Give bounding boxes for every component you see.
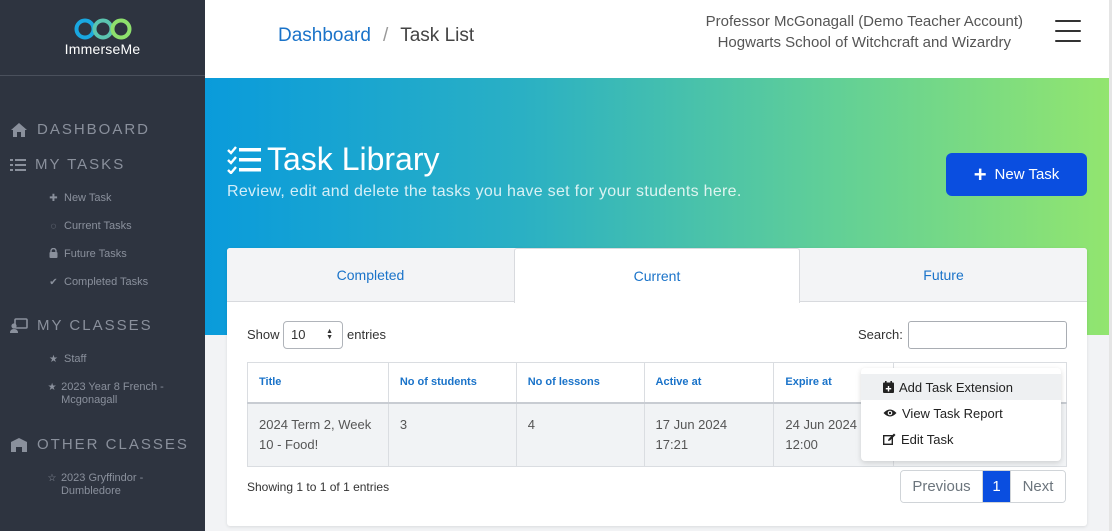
menu-item-label: Edit Task [901, 431, 954, 447]
sidebar-item-label: Current Tasks [64, 220, 132, 232]
pagination-page-1[interactable]: 1 [983, 471, 1010, 502]
user-info: Professor McGonagall (Demo Teacher Accou… [706, 11, 1023, 53]
entries-select[interactable]: 10 ▲ ▼ [283, 321, 343, 349]
nav-my-tasks-label: MY TASKS [35, 156, 126, 173]
star-outline-icon: ☆ [47, 473, 57, 484]
user-name: Professor McGonagall (Demo Teacher Accou… [705, 13, 1023, 30]
column-header-title[interactable]: Title [247, 362, 389, 404]
home-icon [11, 122, 27, 137]
sidebar-item-label: 2023 Gryffindor - Dumbledore [60, 472, 144, 497]
school-icon [11, 437, 27, 452]
column-header-students[interactable]: No of students [387, 362, 517, 404]
spinner-icon: ◌ [50, 221, 57, 232]
search-label: Search: [858, 327, 903, 342]
sidebar-item-label: New Task [64, 192, 112, 204]
nav-dashboard[interactable]: DASHBOARD [10, 121, 150, 138]
pagination-next[interactable]: Next [1010, 471, 1065, 502]
breadcrumb: Dashboard / Task List [278, 25, 474, 47]
star-icon: ★ [49, 354, 58, 365]
pagination-previous[interactable]: Previous [901, 471, 983, 502]
table-info: Showing 1 to 1 of 1 entries [247, 480, 390, 494]
task-list-icon [227, 145, 261, 174]
page-title-text: Task Library [267, 141, 440, 177]
sidebar-item-label: Completed Tasks [64, 276, 149, 288]
user-school: Hogwarts School of Witchcraft and Wizard… [717, 34, 1012, 51]
cell-lessons: 4 [515, 402, 645, 467]
add-task-extension-item[interactable]: Add Task Extension [861, 374, 1061, 400]
sidebar-item-future-tasks[interactable]: Future Tasks [47, 247, 127, 262]
sidebar: ImmerseMe DASHBOARD MY TASKS ✚ New Task … [0, 0, 205, 531]
show-label: Show [247, 327, 280, 342]
plus-icon: + [973, 161, 987, 187]
menu-item-label: View Task Report [902, 405, 1003, 421]
menu-item-label: Add Task Extension [899, 379, 1013, 395]
nav-my-classes-label: MY CLASSES [37, 317, 153, 334]
task-action-menu: Add Task Extension View Task Report Edit… [861, 368, 1061, 461]
cell-active-at: 17 Jun 2024 17:21 [643, 402, 775, 467]
breadcrumb-separator: / [382, 25, 389, 46]
star-icon: ★ [47, 382, 57, 393]
check-icon: ✔ [49, 277, 58, 288]
sidebar-item-current-tasks[interactable]: ◌ Current Tasks [47, 220, 132, 233]
tab-completed[interactable]: Completed [227, 248, 514, 302]
edit-task-item[interactable]: Edit Task [861, 426, 1061, 452]
new-task-button-label: New Task [994, 166, 1060, 183]
breadcrumb-current: Task List [400, 25, 475, 46]
sidebar-item-label: Staff [64, 353, 87, 365]
search-input[interactable] [908, 321, 1067, 349]
sidebar-item-label: Future Tasks [64, 248, 127, 260]
eye-icon [883, 409, 897, 417]
select-arrows-icon: ▲ ▼ [326, 328, 333, 341]
plus-icon: ✚ [49, 193, 58, 204]
nav-dashboard-label: DASHBOARD [37, 121, 151, 138]
column-header-active-at[interactable]: Active at [643, 362, 775, 404]
cell-title: 2024 Term 2, Week 10 - Food! [247, 402, 389, 467]
calendar-plus-icon [883, 381, 894, 393]
hamburger-menu-icon[interactable] [1055, 20, 1081, 42]
infinity-logo-icon [74, 18, 131, 40]
nav-my-classes[interactable]: MY CLASSES [10, 317, 153, 334]
sidebar-item-completed-tasks[interactable]: ✔ Completed Tasks [47, 276, 148, 289]
lock-icon [47, 247, 60, 262]
list-icon [10, 158, 26, 171]
pagination: Previous 1 Next [900, 470, 1066, 503]
sidebar-item-new-task[interactable]: ✚ New Task [47, 192, 111, 205]
column-header-lessons[interactable]: No of lessons [515, 362, 645, 404]
sidebar-item-class-french[interactable]: ★ 2023 Year 8 French - Mcgonagall [47, 381, 187, 407]
top-header: Dashboard / Task List Professor McGonagall… [205, 0, 1109, 78]
tab-future[interactable]: Future [800, 248, 1087, 302]
breadcrumb-dashboard-link[interactable]: Dashboard [278, 25, 371, 46]
edit-icon [883, 433, 896, 445]
new-task-button[interactable]: + New Task [946, 153, 1087, 196]
sidebar-item-label: 2023 Year 8 French - Mcgonagall [61, 381, 164, 406]
page-subtitle: Review, edit and delete the tasks you ha… [227, 183, 742, 200]
teacher-icon [10, 317, 28, 333]
nav-other-classes[interactable]: OTHER CLASSES [10, 436, 189, 453]
tab-current[interactable]: Current [514, 248, 800, 303]
entries-label: entries [347, 327, 387, 342]
task-library-card: Completed Current Future Show 10 ▲ ▼ entr… [227, 248, 1087, 526]
sidebar-item-class-staff[interactable]: ★ Staff [47, 353, 86, 366]
view-task-report-item[interactable]: View Task Report [861, 400, 1061, 426]
brand-name: ImmerseMe [64, 41, 141, 57]
cell-students: 3 [387, 402, 517, 467]
brand-logo[interactable]: ImmerseMe [0, 0, 205, 76]
nav-my-tasks[interactable]: MY TASKS [10, 156, 125, 173]
page-title: Task Library [227, 141, 440, 178]
nav-other-classes-label: OTHER CLASSES [37, 436, 189, 453]
entries-select-value: 10 [291, 327, 306, 342]
sidebar-item-class-gryffindor[interactable]: ☆ 2023 Gryffindor - Dumbledore [47, 472, 172, 498]
task-tabs: Completed Current Future [227, 248, 1087, 303]
